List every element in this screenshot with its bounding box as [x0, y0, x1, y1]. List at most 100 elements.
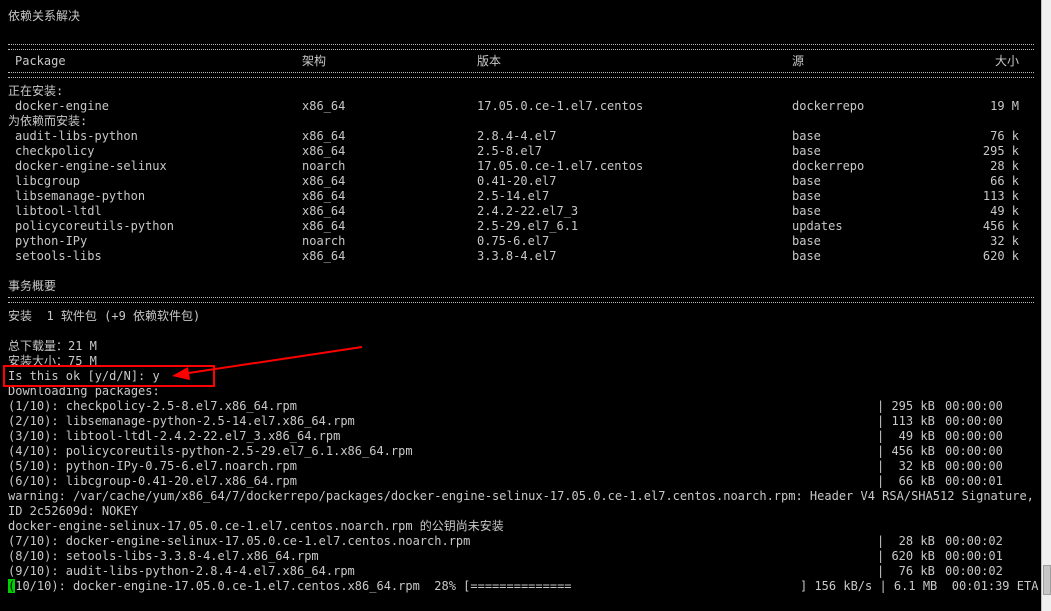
package-version: 17.05.0.ce-1.el7.centos	[477, 99, 644, 113]
download-time: 00:00:02	[945, 534, 1003, 548]
package-version: 0.75-6.el7	[477, 234, 550, 248]
package-version: 2.5-29.el7_6.1	[477, 219, 579, 233]
package-arch: x86_64	[302, 219, 346, 233]
resolve-title: 依赖关系解决	[8, 9, 81, 23]
vertical-scrollbar[interactable]	[1041, 0, 1051, 611]
download-time: 00:00:00	[945, 429, 1003, 443]
package-repo: base	[792, 144, 821, 158]
package-name: checkpolicy	[15, 144, 95, 158]
separator-top	[8, 44, 1034, 50]
col-version: 版本	[477, 54, 502, 68]
progress-text: 10/10): docker-engine-17.05.0.ce-1.el7.c…	[15, 579, 572, 593]
package-name: libcgroup	[15, 174, 81, 188]
package-version: 2.5-8.el7	[477, 144, 543, 158]
download-time: 00:00:02	[945, 564, 1003, 578]
package-size: 49 k	[990, 204, 1019, 218]
package-arch: noarch	[302, 234, 346, 248]
package-arch: x86_64	[302, 99, 346, 113]
download-size: | 456 kB	[877, 444, 935, 458]
warning-key-line: ID 2c52609d: NOKEY	[8, 504, 139, 518]
package-name: docker-engine	[15, 99, 109, 113]
download-file: (2/10): libsemanage-python-2.5-14.el7.x8…	[8, 414, 355, 428]
package-name: libtool-ltdl	[15, 204, 102, 218]
download-time: 00:00:00	[945, 399, 1003, 413]
package-size: 28 k	[990, 159, 1019, 173]
download-size: | 49 kB	[877, 429, 935, 443]
installing-label: 正在安装:	[8, 84, 64, 98]
download-size: | 28 kB	[877, 534, 935, 548]
warning-line: warning: /var/cache/yum/x86_64/7/dockerr…	[8, 489, 1051, 503]
annotation-arrow-icon	[172, 346, 363, 380]
download-file: (8/10): setools-libs-3.3.8-4.el7.x86_64.…	[8, 549, 319, 563]
package-arch: x86_64	[302, 249, 346, 263]
package-size: 295 k	[982, 144, 1019, 158]
package-version: 2.8.4-4.el7	[477, 129, 557, 143]
package-name: docker-engine-selinux	[15, 159, 167, 173]
package-arch: x86_64	[302, 204, 346, 218]
package-size: 113 k	[982, 189, 1019, 203]
package-repo: base	[792, 234, 821, 248]
package-arch: x86_64	[302, 129, 346, 143]
package-version: 17.05.0.ce-1.el7.centos	[477, 159, 644, 173]
col-package: Package	[15, 54, 66, 68]
col-size: 大小	[994, 54, 1019, 68]
package-arch: x86_64	[302, 174, 346, 188]
package-version: 2.5-14.el7	[477, 189, 550, 203]
download-time: 00:00:01	[945, 474, 1003, 488]
download-size: | 113 kB	[877, 414, 935, 428]
col-arch: 架构	[302, 54, 327, 68]
progress-line: (10/10): docker-engine-17.05.0.ce-1.el7.…	[8, 579, 572, 594]
download-file: (5/10): python-IPy-0.75-6.el7.noarch.rpm	[8, 459, 297, 473]
package-size: 32 k	[990, 234, 1019, 248]
package-repo: dockerrepo	[792, 159, 865, 173]
package-name: libsemanage-python	[15, 189, 146, 203]
package-repo: dockerrepo	[792, 99, 865, 113]
download-size: | 32 kB	[877, 459, 935, 473]
download-file: (4/10): policycoreutils-python-2.5-29.el…	[8, 444, 413, 458]
download-time: 00:00:00	[945, 414, 1003, 428]
package-size: 76 k	[990, 129, 1019, 143]
package-repo: base	[792, 174, 821, 188]
package-name: setools-libs	[15, 249, 102, 263]
package-size: 620 k	[982, 249, 1019, 263]
package-version: 3.3.8-4.el7	[477, 249, 557, 263]
package-size: 456 k	[982, 219, 1019, 233]
download-time: 00:00:00	[945, 459, 1003, 473]
package-size: 66 k	[990, 174, 1019, 188]
download-size: | 620 kB	[877, 549, 935, 563]
package-arch: x86_64	[302, 144, 346, 158]
progress-rate: ] 156 kB/s | 6.1 MB 00:01:39 ETA	[800, 579, 1039, 593]
col-repo: 源	[792, 54, 805, 68]
separator-header	[8, 72, 1034, 78]
scrollbar-thumb[interactable]	[1043, 565, 1051, 595]
package-arch: noarch	[302, 159, 346, 173]
download-file: (3/10): libtool-ltdl-2.4.2-22.el7_3.x86_…	[8, 429, 341, 443]
package-size: 19 M	[990, 99, 1019, 113]
download-size: | 295 kB	[877, 399, 935, 413]
download-file: (1/10): checkpolicy-2.5-8.el7.x86_64.rpm	[8, 399, 297, 413]
install-count: 安装 1 软件包 (+9 依赖软件包)	[8, 309, 201, 323]
package-arch: x86_64	[302, 189, 346, 203]
package-repo: base	[792, 189, 821, 203]
package-repo: base	[792, 129, 821, 143]
download-file: (7/10): docker-engine-selinux-17.05.0.ce…	[8, 534, 471, 548]
download-size: | 66 kB	[877, 474, 935, 488]
summary-title: 事务概要	[8, 279, 57, 293]
package-name: python-IPy	[15, 234, 88, 248]
download-file: (9/10): audit-libs-python-2.8.4-4.el7.x8…	[8, 564, 355, 578]
separator-summary	[8, 297, 1034, 303]
download-size: 总下载量：21 M	[8, 339, 97, 353]
package-repo: base	[792, 204, 821, 218]
package-repo: base	[792, 249, 821, 263]
package-version: 0.41-20.el7	[477, 174, 557, 188]
download-file: (6/10): libcgroup-0.41-20.el7.x86_64.rpm	[8, 474, 297, 488]
package-name: policycoreutils-python	[15, 219, 174, 233]
package-version: 2.4.2-22.el7_3	[477, 204, 579, 218]
download-size: | 76 kB	[877, 564, 935, 578]
package-repo: updates	[792, 219, 843, 233]
deps-label: 为依赖而安装:	[8, 114, 88, 128]
terminal[interactable]: 依赖关系解决 Package 架构 版本 源 大小 正在安装: docker-e…	[0, 0, 1051, 611]
download-time: 00:00:00	[945, 444, 1003, 458]
download-time: 00:00:01	[945, 549, 1003, 563]
pubkey-missing-line: docker-engine-selinux-17.05.0.ce-1.el7.c…	[8, 519, 504, 533]
